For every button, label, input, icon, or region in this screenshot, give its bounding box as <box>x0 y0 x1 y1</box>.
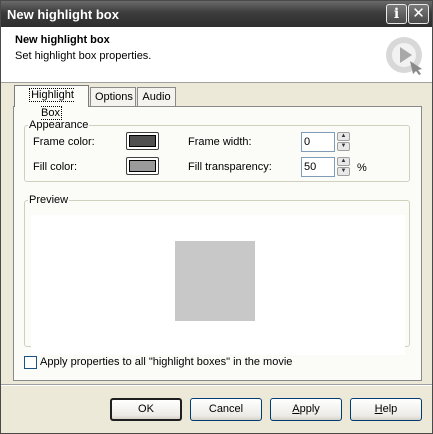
play-logo-icon <box>386 37 422 75</box>
apply-button[interactable]: Apply <box>270 398 342 421</box>
help-mnemonic: H <box>374 403 383 415</box>
window-title: New highlight box <box>7 7 119 22</box>
title-bar[interactable]: New highlight box i ✕ <box>1 1 432 27</box>
preview-canvas <box>31 215 405 355</box>
percent-unit: % <box>357 162 367 174</box>
ok-button[interactable]: OK <box>110 398 182 421</box>
fill-transparency-input[interactable]: 50 <box>301 157 335 177</box>
tab-audio[interactable]: Audio <box>137 87 176 107</box>
apply-all-label[interactable]: Apply properties to all "highlight boxes… <box>40 356 292 368</box>
apply-mnemonic: A <box>292 403 300 415</box>
frame-color-picker[interactable] <box>126 132 159 150</box>
tab-options[interactable]: Options <box>90 87 136 107</box>
tab-label: Audio <box>142 91 171 103</box>
button-separator <box>1 384 432 386</box>
apply-all-checkbox[interactable] <box>24 356 37 369</box>
dialog-header: New highlight box Set highlight box prop… <box>1 27 432 83</box>
frame-color-label: Frame color: <box>33 136 95 148</box>
tab-panel-highlight-box: Appearance Frame color: Fill color: Fram… <box>13 106 422 381</box>
help-button[interactable]: Help <box>350 398 422 421</box>
info-button[interactable]: i <box>386 4 407 24</box>
tab-highlight-box[interactable]: Highlight Box <box>14 85 89 120</box>
fill-color-picker[interactable] <box>126 157 159 175</box>
fill-transparency-up-button[interactable]: ▲ <box>337 157 350 166</box>
frame-width-up-button[interactable]: ▲ <box>337 132 350 141</box>
dialog-window: New highlight box i ✕ New highlight box … <box>0 0 433 434</box>
tab-label: Options <box>95 91 133 103</box>
frame-width-label: Frame width: <box>188 136 252 148</box>
preview-legend: Preview <box>29 194 69 206</box>
fill-transparency-down-button[interactable]: ▼ <box>337 167 350 176</box>
highlight-box-preview <box>175 241 255 321</box>
header-subtitle: Set highlight box properties. <box>15 50 152 62</box>
close-button[interactable]: ✕ <box>408 4 429 24</box>
frame-width-input[interactable]: 0 <box>301 132 335 152</box>
help-label-rest: elp <box>382 403 398 415</box>
frame-width-down-button[interactable]: ▼ <box>337 142 350 151</box>
fill-transparency-label: Fill transparency: <box>188 161 272 173</box>
cancel-button[interactable]: Cancel <box>190 398 262 421</box>
preview-group: Preview <box>24 194 410 355</box>
fill-color-label: Fill color: <box>33 161 78 173</box>
apply-label-rest: pply <box>299 403 320 415</box>
header-title: New highlight box <box>15 34 110 46</box>
fill-color-swatch <box>129 160 156 172</box>
frame-color-swatch <box>129 135 156 147</box>
